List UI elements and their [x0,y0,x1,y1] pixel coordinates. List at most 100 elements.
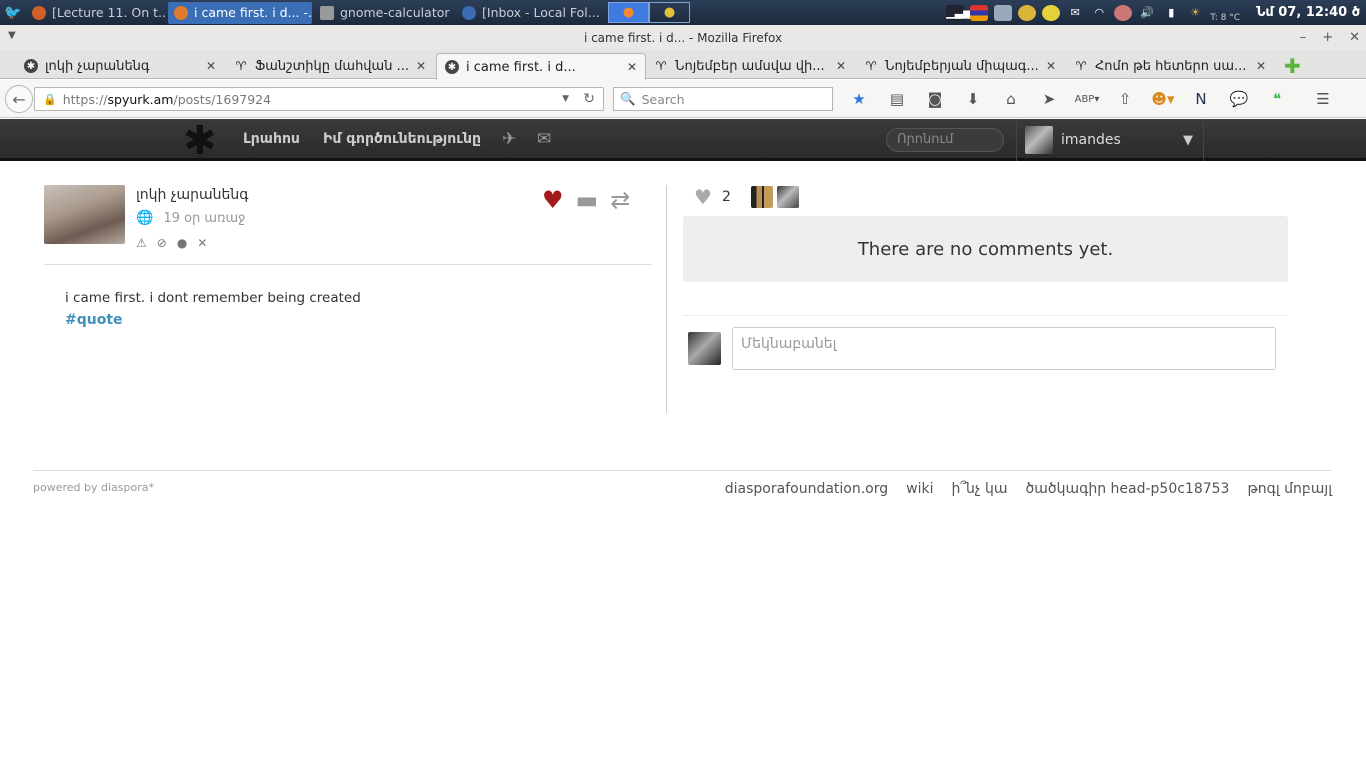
tab-loki[interactable]: ✱ լոկի չարանենգ ✕ [16,53,224,79]
workspace-1[interactable]: ● [608,2,649,23]
nav-activity-link[interactable]: Իմ գործունեությունը [323,131,481,147]
task-thunderbird[interactable]: [Inbox - Local Fol... [456,2,602,24]
notifications-icon[interactable]: ✈ [502,129,516,149]
hide-icon[interactable]: ✕ [197,236,207,250]
like-heart-icon[interactable]: ♥ [542,186,564,214]
post-controls: ⚠ ⊘ ● ✕ [136,236,207,250]
task-current-firefox[interactable]: i came first. i d... -... [168,1,312,24]
liker-avatar[interactable] [776,186,799,208]
post-hashtag[interactable]: #quote [65,312,123,328]
calculator-icon [320,5,334,20]
upload-icon[interactable]: ⇧ [1112,88,1138,110]
home-icon[interactable]: ⌂ [998,88,1024,110]
close-tab-icon[interactable]: ✕ [836,59,846,73]
task-label: gnome-calculator [340,5,450,20]
onenote-icon[interactable]: N [1188,88,1214,110]
reading-list-icon[interactable]: ▤ [884,88,910,110]
tab-homo[interactable]: ♈ Հոմո թե հետերո սա... ✕ [1066,53,1274,79]
hangouts-icon[interactable]: ❝ [1264,88,1290,110]
close-tab-icon[interactable]: ✕ [1256,59,1266,73]
tab-current-post[interactable]: ✱ i came first. i d... ✕ [436,53,646,80]
bookmark-star-icon[interactable]: ★ [846,88,872,110]
toolbar-icons: ★ ▤ ◙ ⬇ ⌂ ➤ ABP▾ ⇧ ☻▾ N 💬 ❝ ☰ [846,88,1336,110]
url-bar[interactable]: 🔒 https://spyurk.am/posts/1697924 ▼ ↻ [34,87,604,111]
download-icon[interactable]: ⬇ [960,88,986,110]
powered-by[interactable]: powered by diaspora* [33,481,154,494]
report-icon[interactable]: ⚠ [136,236,147,250]
messages-icon[interactable]: ✉ [537,129,551,149]
greasemonkey-icon[interactable]: ☻▾ [1150,88,1176,110]
footer-link-wiki[interactable]: wiki [906,481,933,497]
send-icon[interactable]: ➤ [1036,88,1062,110]
flag-icon[interactable] [970,4,989,21]
footer-link-whats-new[interactable]: ի՞նչ կա [951,481,1007,497]
site-favicon-icon: ♈ [235,59,247,73]
close-window-icon[interactable]: ✕ [1349,30,1360,45]
back-button[interactable]: ← [5,85,33,113]
liker-avatar[interactable] [750,186,773,208]
reshare-icon[interactable]: ⇄ [610,186,630,214]
status-icon[interactable] [1018,4,1037,21]
user-menu[interactable]: imandes ▼ [1016,119,1204,161]
battery-icon[interactable]: ▮ [1162,5,1180,21]
tab-noyemberyan[interactable]: ♈ Նոյեմբերյան միպագ... ✕ [856,53,1064,79]
balloons-icon[interactable] [1114,4,1133,21]
window-menu-icon[interactable]: ▼ [8,30,16,41]
volume-icon[interactable]: 🔊 [1138,5,1156,21]
author-avatar[interactable] [44,185,125,244]
footer-link-toggle-mobile[interactable]: թոգլ մոբայլ [1247,481,1332,497]
lock-icon: 🔒 [43,92,57,106]
comment-placeholder: Մեկնաբանել [741,336,837,352]
column-divider [666,185,667,413]
comment-input[interactable]: Մեկնաբանել [732,327,1276,370]
user-menu-caret-icon[interactable]: ▼ [1183,133,1193,148]
new-tab-icon[interactable]: ✚ [1284,54,1301,78]
tab-fanshtik[interactable]: ♈ Ֆանշտիկը մահվան ... ✕ [226,53,434,79]
folder-icon[interactable] [994,4,1013,21]
weather-icon[interactable]: ☀ [1186,5,1204,21]
firefox-icon [32,5,46,20]
tab-november[interactable]: ♈ Նոյեմբեր ամսվա վի... ✕ [646,53,854,79]
task-lecture[interactable]: [Lecture 11. On t... [26,2,166,24]
adblock-icon[interactable]: ABP▾ [1074,88,1100,110]
comment-icon[interactable]: ▬ [576,186,599,214]
like-count[interactable]: 2 [722,189,731,205]
close-tab-icon[interactable]: ✕ [627,60,637,74]
footer-link-foundation[interactable]: diasporafoundation.org [725,481,888,497]
window-titlebar: ▼ i came first. i d... - Mozilla Firefox… [0,25,1366,50]
footer-link-source[interactable]: ծածկագիր head-p50c18753 [1026,481,1230,497]
diaspora-favicon-icon: ✱ [24,59,38,73]
post-timestamp[interactable]: 19 օր առաջ [163,211,245,226]
maximize-icon[interactable]: + [1322,30,1333,45]
reload-icon[interactable]: ↻ [583,91,595,107]
menu-launcher-icon[interactable]: 🐦 [0,0,26,25]
mail-icon[interactable]: ✉ [1066,5,1084,21]
task-calculator[interactable]: gnome-calculator [314,2,454,24]
no-comments-box: There are no comments yet. [683,216,1288,282]
task-label: i came first. i d... -... [194,5,312,20]
thunderbird-icon [462,5,476,20]
nav-stream-link[interactable]: Լրահոս [243,131,300,147]
close-tab-icon[interactable]: ✕ [416,59,426,73]
ignore-icon[interactable]: ● [177,236,187,250]
post-author[interactable]: լոկի չարանենգ [136,187,249,203]
diaspora-logo-icon[interactable]: ✱ [183,121,217,161]
site-search-input[interactable]: Որոնում [886,128,1004,152]
minimize-icon[interactable]: – [1300,30,1307,45]
workspace-2[interactable]: ● [649,2,690,23]
workspace-switcher[interactable]: ● ● [608,2,690,23]
site-header: ✱ Լրահոս Իմ գործունեությունը ✈ ✉ Որոնում… [0,119,1366,161]
search-bar[interactable]: 🔍 Search [613,87,833,111]
history-dropdown-icon[interactable]: ▼ [562,94,569,104]
hamburger-menu-icon[interactable]: ☰ [1310,88,1336,110]
tab-label: Նոյեմբեր ամսվա վի... [675,58,825,74]
clock-app-icon[interactable] [1042,4,1061,21]
close-tab-icon[interactable]: ✕ [1046,59,1056,73]
block-icon[interactable]: ⊘ [157,236,167,250]
tab-label: Նոյեմբերյան միպագ... [885,58,1039,74]
clock[interactable]: Նմ 07, 12:40 ծ [1256,5,1360,20]
chat-icon[interactable]: 💬 [1226,88,1252,110]
pocket-icon[interactable]: ◙ [922,88,948,110]
close-tab-icon[interactable]: ✕ [206,59,216,73]
wifi-icon[interactable]: ◠ [1090,5,1108,21]
